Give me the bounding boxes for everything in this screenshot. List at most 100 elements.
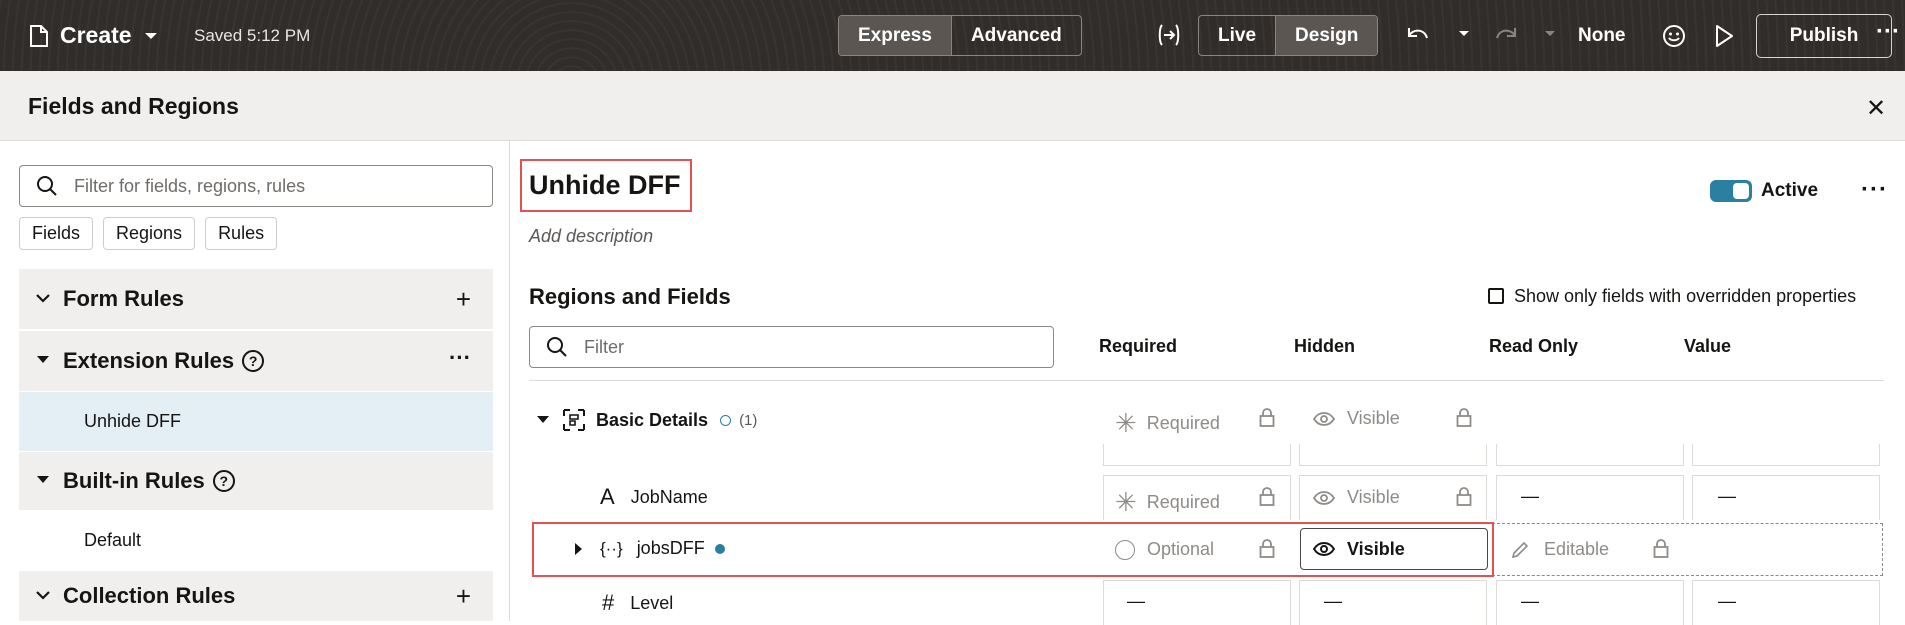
saved-status: Saved 5:12 PM bbox=[194, 26, 311, 45]
required-value: Optional bbox=[1147, 539, 1215, 559]
lock-icon[interactable] bbox=[1259, 487, 1275, 507]
filter-placeholder: Filter bbox=[584, 336, 624, 357]
required-value: Required bbox=[1146, 492, 1220, 512]
readonly-cell[interactable]: Editable bbox=[1510, 539, 1609, 560]
chip-rules[interactable]: Rules bbox=[205, 217, 278, 250]
more-icon[interactable]: ··· bbox=[1861, 176, 1888, 204]
eye-icon bbox=[1313, 411, 1335, 426]
help-icon[interactable]: ? bbox=[212, 470, 235, 492]
active-label: Active bbox=[1761, 180, 1819, 201]
add-collection-rule-icon[interactable]: + bbox=[456, 581, 471, 612]
builtin-rules-label: Built-in Rules bbox=[63, 468, 205, 493]
value-cell[interactable]: — bbox=[1718, 486, 1736, 507]
cell-outline bbox=[1496, 444, 1684, 466]
context-selector[interactable]: None bbox=[1578, 25, 1626, 47]
advanced-button[interactable]: Advanced bbox=[950, 16, 1081, 55]
more-icon[interactable]: ··· bbox=[449, 345, 471, 371]
lock-icon[interactable] bbox=[1653, 539, 1669, 559]
code-arrow-icon[interactable] bbox=[1156, 22, 1182, 48]
hidden-value: Visible bbox=[1347, 408, 1400, 428]
value-cell[interactable]: — bbox=[1718, 591, 1736, 612]
caret-right-icon bbox=[575, 542, 582, 555]
description-field[interactable]: Add description bbox=[529, 226, 653, 247]
modified-dot-icon bbox=[714, 543, 725, 554]
help-icon[interactable]: ? bbox=[242, 350, 265, 372]
overridden-checkbox-label: Show only fields with overridden propert… bbox=[1514, 286, 1857, 306]
eye-icon bbox=[1313, 490, 1335, 505]
lock-icon[interactable] bbox=[1456, 487, 1472, 507]
column-header-value: Value bbox=[1684, 336, 1732, 356]
hidden-cell[interactable]: Visible bbox=[1313, 408, 1400, 429]
cell-outline bbox=[1692, 444, 1880, 466]
collection-rules-section[interactable]: Collection Rules + bbox=[19, 571, 493, 621]
smiley-icon[interactable] bbox=[1662, 24, 1686, 48]
required-cell[interactable]: ✳ Required bbox=[1115, 487, 1220, 518]
required-cell[interactable]: ✳ Required bbox=[1115, 408, 1220, 439]
chevron-down-icon bbox=[33, 587, 53, 605]
chevron-down-icon bbox=[144, 32, 157, 39]
lock-icon[interactable] bbox=[1259, 408, 1275, 428]
filter-placeholder: Filter for fields, regions, rules bbox=[74, 175, 306, 196]
rule-item-label: Default bbox=[84, 530, 142, 550]
readonly-value: Editable bbox=[1544, 539, 1610, 559]
active-toggle[interactable] bbox=[1710, 180, 1752, 202]
rule-item-label: Unhide DFF bbox=[84, 411, 182, 431]
drawer-header: Fields and Regions bbox=[0, 71, 1905, 141]
rule-item-default[interactable]: Default bbox=[19, 511, 493, 570]
search-icon bbox=[547, 337, 567, 357]
hidden-cell[interactable]: — bbox=[1324, 591, 1342, 612]
group-row[interactable]: Basic Details (1) bbox=[536, 408, 757, 432]
lock-icon[interactable] bbox=[1456, 408, 1472, 428]
express-button[interactable]: Express bbox=[839, 16, 951, 55]
caret-down-icon bbox=[537, 416, 549, 423]
redo-menu-chevron-icon bbox=[1544, 30, 1556, 38]
create-menu[interactable]: Create bbox=[30, 22, 158, 49]
chip-fields[interactable]: Fields bbox=[19, 217, 94, 250]
play-icon[interactable] bbox=[1714, 24, 1734, 48]
column-header-hidden: Hidden bbox=[1294, 336, 1355, 356]
header-divider bbox=[529, 380, 1884, 381]
object-type-icon: {··} bbox=[600, 538, 623, 558]
field-row-level[interactable]: # Level bbox=[602, 590, 673, 616]
redo-icon bbox=[1494, 24, 1518, 46]
collection-rules-label: Collection Rules bbox=[63, 583, 236, 608]
field-row-jobsdff[interactable]: {··} jobsDFF bbox=[574, 538, 725, 559]
field-row-jobname[interactable]: A JobName bbox=[600, 484, 708, 510]
rules-filter-input[interactable]: Filter for fields, regions, rules bbox=[19, 165, 493, 207]
readonly-cell[interactable]: — bbox=[1521, 486, 1539, 507]
top-bar: Create Saved 5:12 PM Express Advanced Li… bbox=[0, 0, 1905, 71]
live-button[interactable]: Live bbox=[1199, 16, 1275, 55]
caret-down-icon bbox=[33, 472, 53, 490]
required-cell[interactable]: — bbox=[1127, 591, 1145, 612]
mode-switch: Express Advanced bbox=[838, 15, 1082, 56]
design-button[interactable]: Design bbox=[1275, 16, 1378, 55]
publish-button[interactable]: Publish bbox=[1756, 14, 1892, 58]
more-icon[interactable]: ··· bbox=[1876, 18, 1900, 46]
add-form-rule-icon[interactable]: + bbox=[456, 284, 471, 315]
radio-icon bbox=[1115, 539, 1135, 560]
readonly-cell[interactable]: — bbox=[1521, 591, 1539, 612]
caret-down-icon bbox=[33, 352, 53, 370]
hidden-cell[interactable]: Visible bbox=[1313, 487, 1400, 508]
chip-regions[interactable]: Regions bbox=[103, 217, 196, 250]
builtin-rules-section[interactable]: Built-in Rules ? bbox=[19, 452, 493, 510]
rules-panel: Filter for fields, regions, rules Fields… bbox=[0, 141, 510, 621]
close-icon[interactable]: ✕ bbox=[1866, 94, 1886, 123]
regions-filter-input[interactable]: Filter bbox=[529, 326, 1054, 368]
overridden-checkbox[interactable] bbox=[1488, 288, 1504, 304]
hidden-value: Visible bbox=[1347, 538, 1405, 559]
rule-title[interactable]: Unhide DFF bbox=[529, 170, 680, 201]
visible-button[interactable]: Visible bbox=[1300, 528, 1488, 570]
group-name: Basic Details bbox=[596, 409, 709, 430]
filter-chips: Fields Regions Rules bbox=[19, 217, 278, 250]
number-type-icon: # bbox=[602, 590, 615, 615]
rule-item-unhide-dff[interactable]: Unhide DFF bbox=[19, 392, 493, 451]
search-icon bbox=[37, 176, 57, 196]
required-cell[interactable]: Optional bbox=[1115, 539, 1214, 560]
undo-menu-chevron-icon[interactable] bbox=[1458, 30, 1470, 38]
form-rules-section[interactable]: Form Rules + bbox=[19, 269, 493, 329]
lock-icon[interactable] bbox=[1259, 539, 1275, 559]
undo-icon[interactable] bbox=[1406, 24, 1430, 46]
text-type-icon: A bbox=[600, 484, 615, 509]
extension-rules-section[interactable]: Extension Rules ? ··· bbox=[19, 331, 493, 391]
